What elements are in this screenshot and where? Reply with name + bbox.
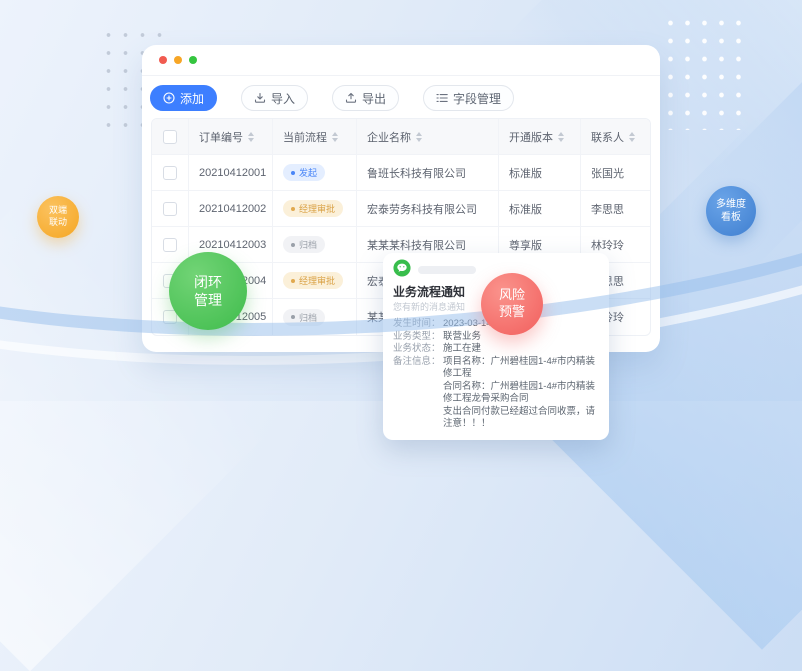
- traffic-light-red-icon[interactable]: [159, 56, 167, 64]
- status-dot-icon: [291, 207, 295, 211]
- feature-badge-closed-loop: 闭环 管理: [169, 252, 247, 330]
- select-all-cell: [152, 119, 188, 154]
- feature-badge-multidim-board: 多维度 看板: [706, 186, 756, 236]
- process-status-label: 归档: [299, 311, 317, 324]
- row-checkbox[interactable]: [163, 238, 177, 252]
- status-dot-icon: [291, 171, 295, 175]
- order-cell: 20210412002: [188, 191, 272, 226]
- sort-carets-icon[interactable]: [558, 132, 564, 142]
- export-button-label: 导出: [362, 90, 386, 107]
- process-cell: 归档: [272, 227, 356, 262]
- column-header-label: 开通版本: [509, 129, 553, 145]
- table-row: 20210412001 发起 鲁班长科技有限公司 标准版 张国光: [152, 155, 650, 191]
- process-cell: 经理审批: [272, 263, 356, 298]
- process-status-badge: 归档: [283, 236, 325, 253]
- column-header-company[interactable]: 企业名称: [356, 119, 498, 154]
- checkbox-cell: [152, 191, 188, 226]
- field-label: 业务类型：: [393, 331, 443, 344]
- field-label: 发生时间：: [393, 318, 443, 331]
- field-value: 联营业务: [443, 331, 481, 344]
- sort-carets-icon[interactable]: [416, 132, 422, 142]
- field-manage-button[interactable]: 字段管理: [423, 85, 514, 111]
- column-header-label: 订单编号: [199, 129, 243, 145]
- column-header-label: 当前流程: [283, 129, 327, 145]
- column-header-label: 联系人: [591, 129, 624, 145]
- column-header-process[interactable]: 当前流程: [272, 119, 356, 154]
- row-checkbox[interactable]: [163, 202, 177, 216]
- sort-carets-icon[interactable]: [332, 132, 338, 142]
- column-header-contact[interactable]: 联系人: [580, 119, 650, 154]
- table-header-row: 订单编号 当前流程 企业名称 开通版本 联系人: [152, 119, 650, 155]
- sort-carets-icon[interactable]: [629, 132, 635, 142]
- feature-badge-label: 管理: [194, 291, 222, 309]
- download-tray-icon: [254, 92, 266, 104]
- field-value: 施工在建: [443, 343, 481, 356]
- sender-name-placeholder: [418, 266, 476, 274]
- add-button-label: 添加: [180, 90, 204, 107]
- process-cell: 经理审批: [272, 191, 356, 226]
- traffic-light-yellow-icon[interactable]: [174, 56, 182, 64]
- field-value: 项目名称：广州碧桂园1-4#市内精装修工程 合同名称：广州碧桂园1-4#市内精装…: [443, 356, 599, 431]
- column-header-version[interactable]: 开通版本: [498, 119, 580, 154]
- remark-line: 项目名称：广州碧桂园1-4#市内精装修工程: [443, 356, 599, 381]
- process-cell: 归档: [272, 299, 356, 335]
- process-cell: 发起: [272, 155, 356, 190]
- select-all-checkbox[interactable]: [163, 130, 177, 144]
- import-button-label: 导入: [271, 90, 295, 107]
- row-checkbox[interactable]: [163, 166, 177, 180]
- process-status-label: 经理审批: [299, 274, 335, 287]
- add-button[interactable]: 添加: [150, 85, 217, 111]
- process-status-label: 归档: [299, 238, 317, 251]
- plus-circle-icon: [163, 92, 175, 104]
- notification-field-remark: 备注信息： 项目名称：广州碧桂园1-4#市内精装修工程 合同名称：广州碧桂园1-…: [393, 356, 599, 431]
- wechat-chat-bubble-icon: [393, 259, 411, 282]
- checkbox-cell: [152, 155, 188, 190]
- remark-line: 支出合同付款已经超过合同收票，请注意！！！: [443, 406, 599, 431]
- contact-cell: 李思思: [580, 191, 650, 226]
- traffic-light-green-icon[interactable]: [189, 56, 197, 64]
- feature-badge-label: 看板: [721, 211, 741, 224]
- process-status-badge: 归档: [283, 309, 325, 326]
- field-manage-button-label: 字段管理: [453, 90, 501, 107]
- table-row: 20210412002 经理审批 宏泰劳务科技有限公司 标准版 李思思: [152, 191, 650, 227]
- dot-grid-decoration: [662, 14, 752, 130]
- sort-carets-icon[interactable]: [248, 132, 254, 142]
- order-cell: 20210412001: [188, 155, 272, 190]
- contact-cell: 张国光: [580, 155, 650, 190]
- feature-badge-label: 闭环: [194, 273, 222, 291]
- export-button[interactable]: 导出: [332, 85, 399, 111]
- process-status-badge: 经理审批: [283, 272, 343, 289]
- notification-field-type: 业务类型： 联营业务: [393, 331, 599, 344]
- notification-field-status: 业务状态： 施工在建: [393, 343, 599, 356]
- feature-badge-label: 多维度: [716, 198, 746, 211]
- version-cell: 标准版: [498, 191, 580, 226]
- import-button[interactable]: 导入: [241, 85, 308, 111]
- list-lines-icon: [436, 92, 448, 104]
- company-cell: 鲁班长科技有限公司: [356, 155, 498, 190]
- upload-tray-icon: [345, 92, 357, 104]
- field-label: 业务状态：: [393, 343, 443, 356]
- process-status-badge: 经理审批: [283, 200, 343, 217]
- process-status-label: 经理审批: [299, 202, 335, 215]
- remark-line: 合同名称：广州碧桂园1-4#市内精装修工程龙骨采购合同: [443, 381, 599, 406]
- status-dot-icon: [291, 243, 295, 247]
- checkbox-cell: [152, 227, 188, 262]
- field-label: 备注信息：: [393, 356, 443, 431]
- process-status-label: 发起: [299, 166, 317, 179]
- feature-badge-dual-linkage: 双端 联动: [37, 196, 79, 238]
- feature-badge-label: 双端: [49, 205, 67, 217]
- status-dot-icon: [291, 315, 295, 319]
- window-titlebar: [142, 45, 660, 76]
- process-status-badge: 发起: [283, 164, 325, 181]
- feature-badge-label: 风险: [499, 287, 525, 304]
- feature-badge-label: 联动: [49, 217, 67, 229]
- toolbar: 添加 导入 导出 字段管理: [142, 76, 660, 118]
- status-dot-icon: [291, 279, 295, 283]
- company-cell: 宏泰劳务科技有限公司: [356, 191, 498, 226]
- feature-badge-risk-warning: 风险 预警: [481, 273, 543, 335]
- feature-badge-label: 预警: [499, 304, 525, 321]
- version-cell: 标准版: [498, 155, 580, 190]
- column-header-order[interactable]: 订单编号: [188, 119, 272, 154]
- column-header-label: 企业名称: [367, 129, 411, 145]
